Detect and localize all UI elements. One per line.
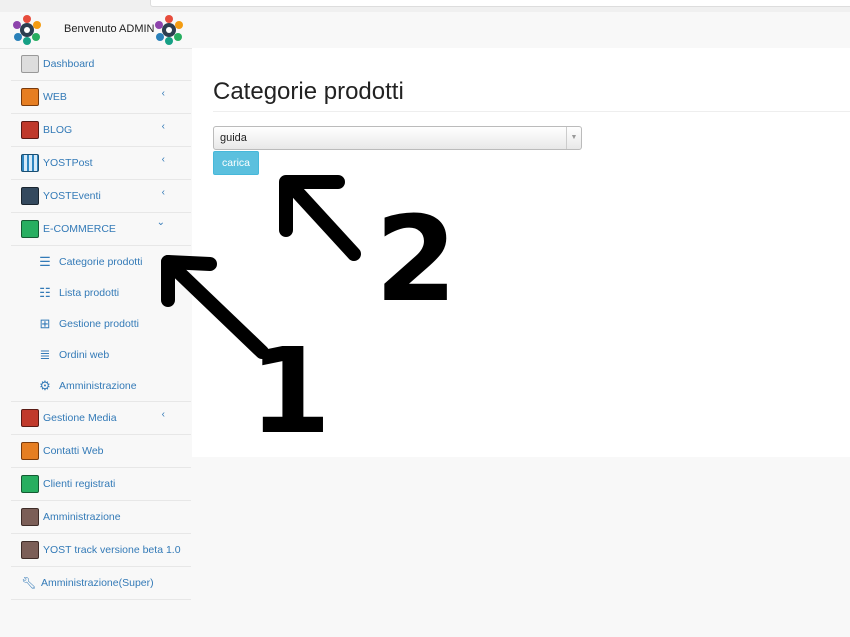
- sidebar-item-label: Contatti Web: [43, 445, 104, 457]
- submenu-item-label: Categorie prodotti: [59, 255, 143, 268]
- submenu-item-categorie-prodotti[interactable]: ☰ Categorie prodotti: [11, 246, 191, 277]
- sidebar-item-amministrazione[interactable]: Amministrazione: [11, 501, 191, 534]
- plus-square-icon: ⊞: [39, 315, 51, 331]
- chevron-down-icon: ▼: [566, 127, 581, 149]
- sidebar-item-label: Clienti registrati: [43, 478, 116, 490]
- submenu-item-label: Lista prodotti: [59, 286, 120, 299]
- category-select[interactable]: guida ▼: [213, 126, 582, 150]
- sidebar-item-label: E-COMMERCE: [43, 223, 116, 235]
- browser-top-strip: [0, 0, 850, 12]
- chevron-left-icon: ‹: [161, 409, 165, 420]
- sidebar-item-yostpost[interactable]: YOSTPost ‹: [11, 147, 191, 180]
- chevron-left-icon: ‹: [161, 154, 165, 165]
- sidebar: Dashboard WEB ‹ BLOG ‹ YOSTPost ‹ YOSTEv…: [11, 48, 191, 600]
- sidebar-item-ecommerce[interactable]: E-COMMERCE ⌄: [11, 213, 191, 246]
- track-gear-icon: [21, 541, 39, 559]
- submenu-item-ordini-web[interactable]: ≣ Ordini web: [11, 339, 191, 370]
- welcome-text: Benvenuto ADMIN: [64, 23, 155, 35]
- chevron-left-icon: ‹: [161, 88, 165, 99]
- sidebar-item-label: WEB: [43, 91, 67, 103]
- grid-icon: [21, 154, 39, 172]
- cogs-icon: ⚙: [39, 377, 51, 393]
- sidebar-item-label: YOST track versione beta 1.0: [43, 544, 181, 556]
- main-content: Categorie prodotti guida ▼ carica: [192, 48, 850, 457]
- sidebar-item-clienti-registrati[interactable]: Clienti registrati: [11, 468, 191, 501]
- wrench-icon: 🔧︎: [21, 576, 37, 590]
- sidebar-item-label: Gestione Media: [43, 412, 117, 424]
- sidebar-item-label: YOSTEventi: [43, 190, 101, 202]
- submenu-item-label: Amministrazione: [59, 379, 137, 392]
- chevron-left-icon: ‹: [161, 187, 165, 198]
- chevron-down-icon: ⌄: [156, 217, 165, 228]
- load-button[interactable]: carica: [213, 151, 259, 175]
- sidebar-item-label: Amministrazione(Super): [41, 577, 154, 589]
- sidebar-item-dashboard[interactable]: Dashboard: [11, 48, 191, 81]
- submenu-item-label: Ordini web: [59, 348, 110, 361]
- sidebar-item-contatti-web[interactable]: Contatti Web: [11, 435, 191, 468]
- sidebar-item-amministrazione-super[interactable]: 🔧︎ Amministrazione(Super): [11, 567, 191, 600]
- sidebar-item-label: Amministrazione: [43, 511, 121, 523]
- ecommerce-submenu: ☰ Categorie prodotti ☷ Lista prodotti ⊞ …: [11, 246, 191, 401]
- sidebar-item-blog[interactable]: BLOG ‹: [11, 114, 191, 147]
- dashboard-icon: [21, 55, 39, 73]
- blog-icon: [21, 121, 39, 139]
- logo-left-icon: [13, 15, 41, 45]
- tasks-icon: ≣: [39, 346, 51, 362]
- address-bar-edge: [150, 0, 850, 7]
- logo-right-icon: [155, 15, 183, 45]
- list-icon: ☷: [39, 284, 51, 300]
- sidebar-item-label: Dashboard: [43, 58, 95, 70]
- title-divider: [213, 111, 850, 112]
- list-alt-icon: ☰: [39, 253, 51, 269]
- web-icon: [21, 88, 39, 106]
- sidebar-item-label: YOSTPost: [43, 157, 93, 169]
- shopping-bag-icon: [21, 220, 39, 238]
- category-select-value: guida: [220, 132, 247, 144]
- admin-gear-icon: [21, 508, 39, 526]
- submenu-item-gestione-prodotti[interactable]: ⊞ Gestione prodotti: [11, 308, 191, 339]
- sidebar-item-yosteventi[interactable]: YOSTEventi ‹: [11, 180, 191, 213]
- submenu-item-amministrazione[interactable]: ⚙ Amministrazione: [11, 370, 191, 401]
- media-icon: [21, 409, 39, 427]
- sidebar-item-label: BLOG: [43, 124, 73, 136]
- submenu-item-lista-prodotti[interactable]: ☷ Lista prodotti: [11, 277, 191, 308]
- calendar-icon: [21, 187, 39, 205]
- sidebar-item-yost-track[interactable]: YOST track versione beta 1.0: [11, 534, 191, 567]
- mail-icon: [21, 442, 39, 460]
- page-title: Categorie prodotti: [213, 78, 404, 105]
- chevron-left-icon: ‹: [161, 121, 165, 132]
- submenu-item-label: Gestione prodotti: [59, 317, 139, 330]
- top-header: Benvenuto ADMIN: [0, 12, 850, 49]
- sidebar-item-gestione-media[interactable]: Gestione Media ‹: [11, 401, 191, 435]
- id-card-icon: [21, 475, 39, 493]
- sidebar-item-web[interactable]: WEB ‹: [11, 81, 191, 114]
